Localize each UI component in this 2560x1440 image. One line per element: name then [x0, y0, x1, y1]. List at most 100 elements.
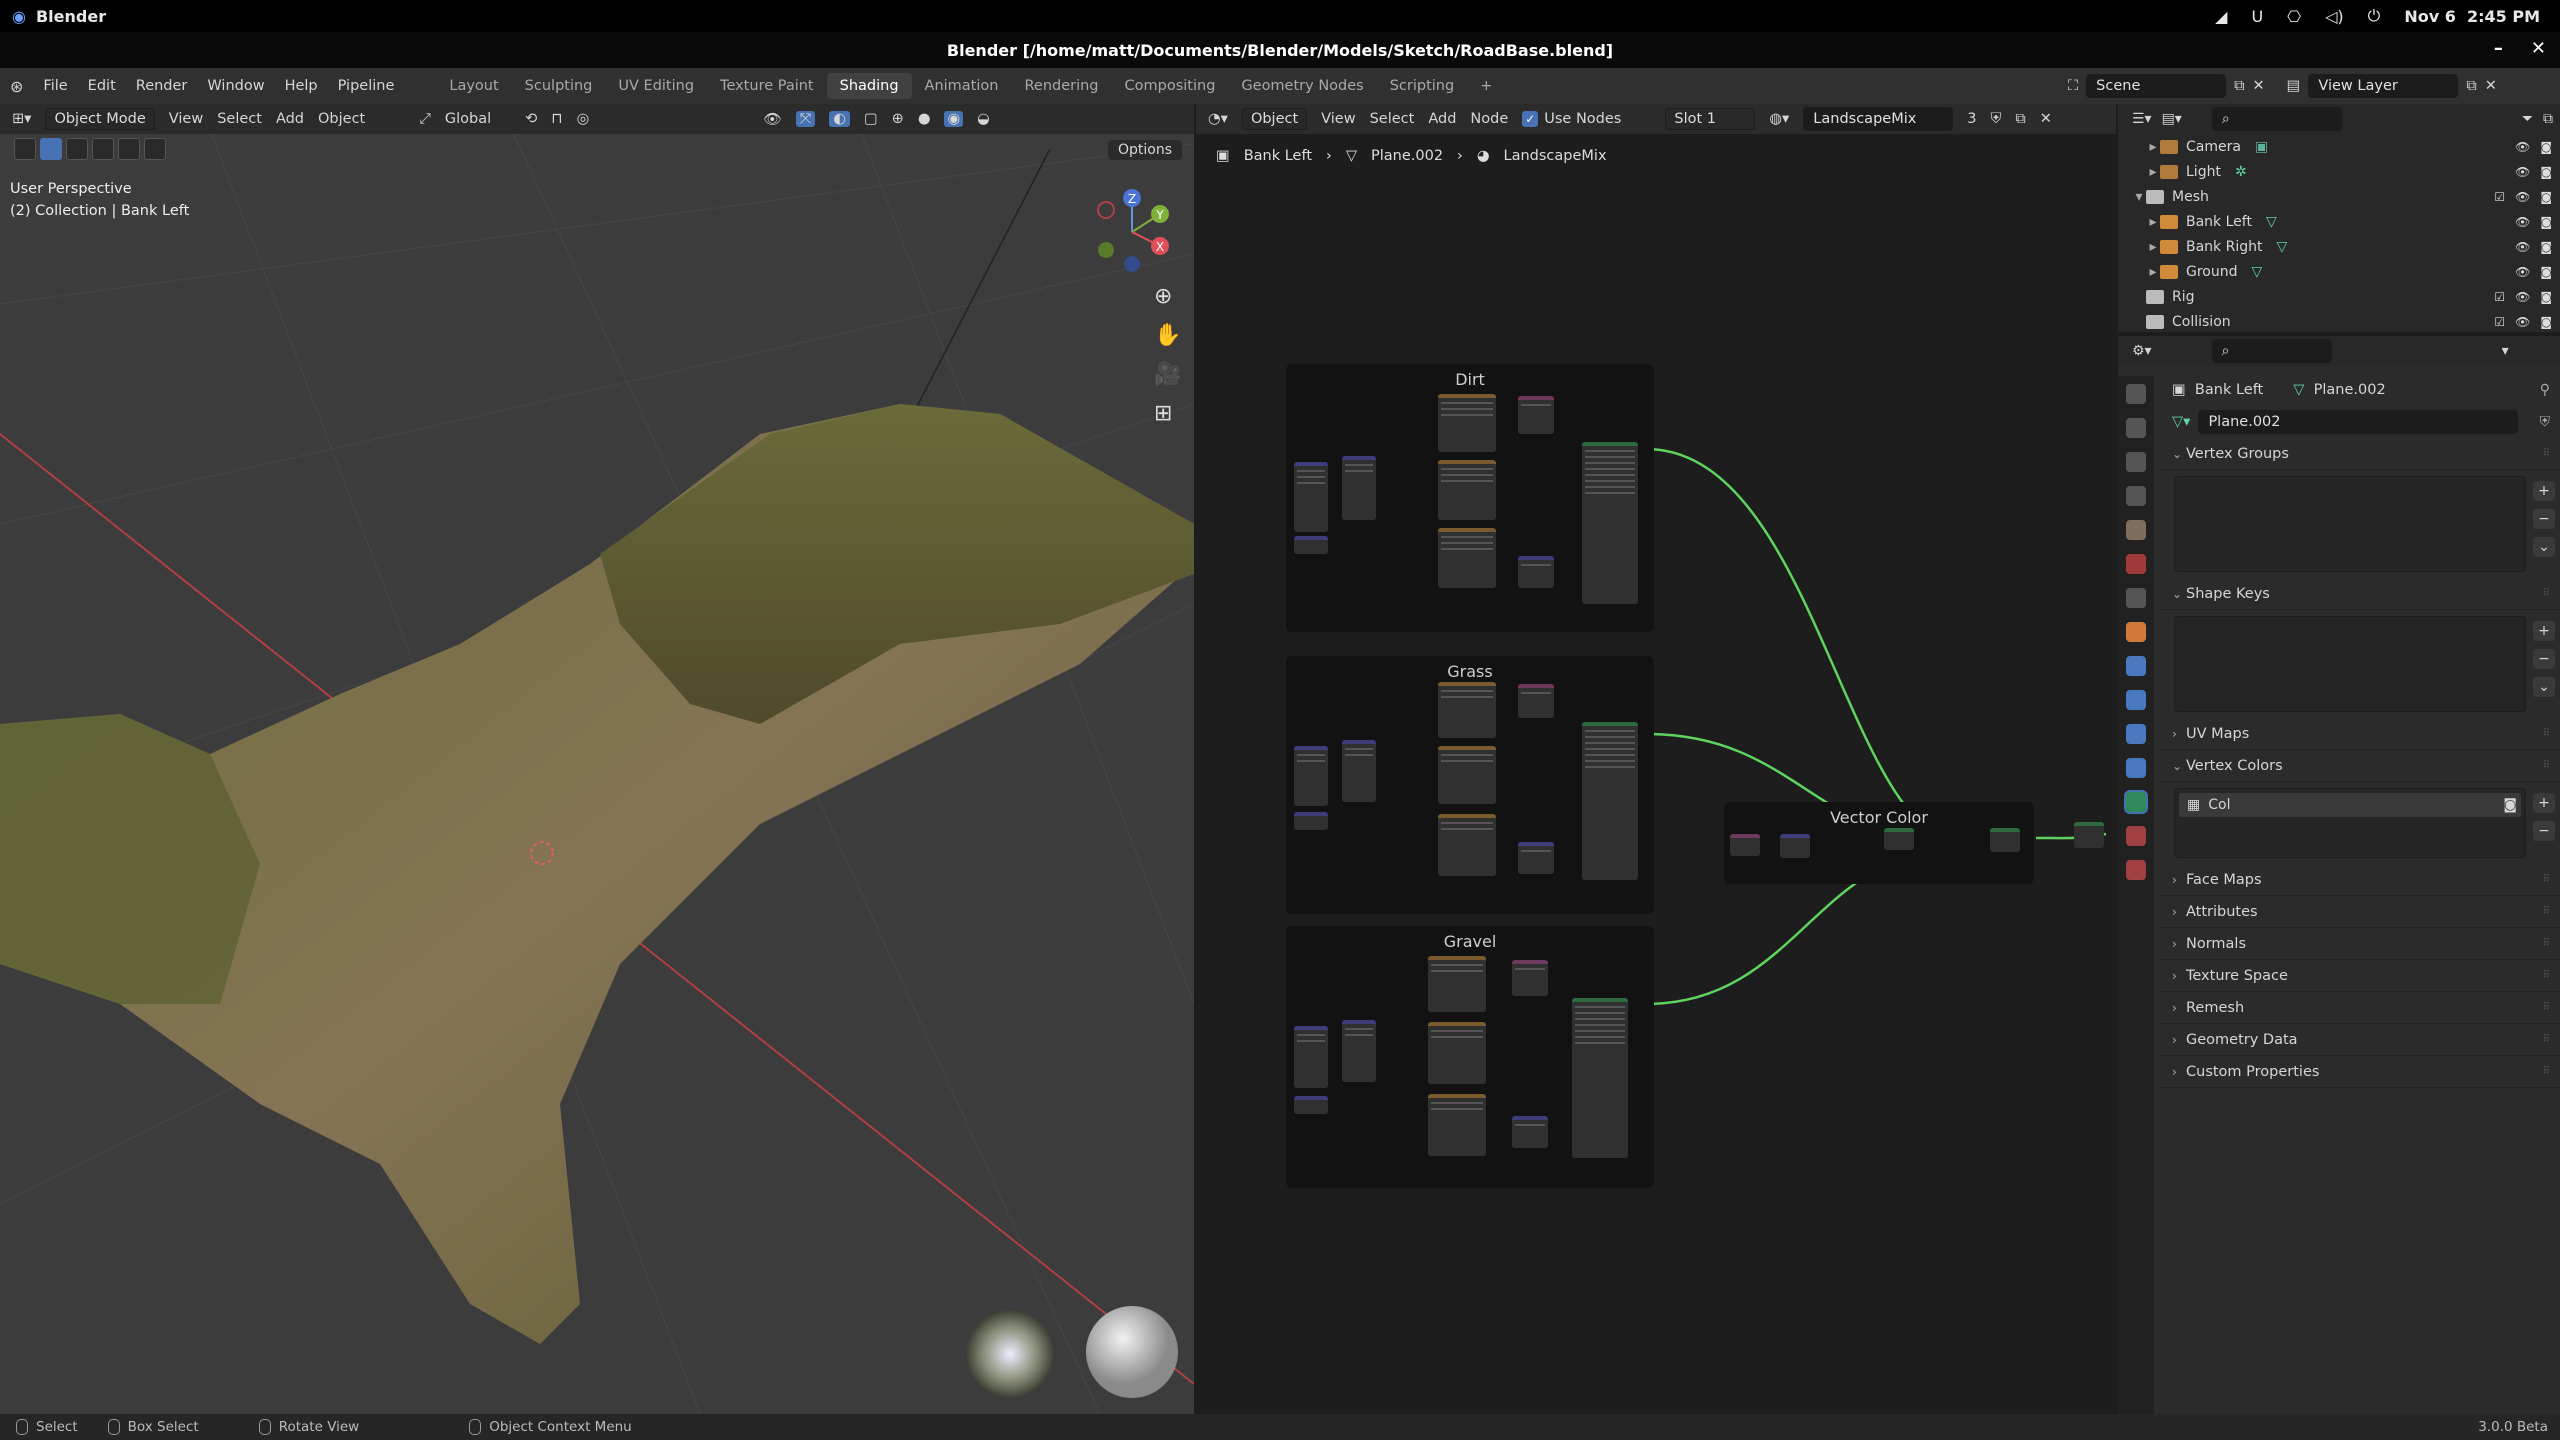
volume-icon[interactable]: ◁)	[2325, 7, 2344, 26]
render-camera-icon[interactable]: ◙	[2540, 140, 2552, 154]
pivot-icon[interactable]: ⟲	[525, 111, 537, 127]
drag-handle-icon[interactable]: ⠿	[2543, 448, 2550, 459]
node-value[interactable]	[1294, 1096, 1328, 1114]
add-vertex-group-button[interactable]: +	[2533, 481, 2555, 501]
node-image-texture[interactable]	[1438, 746, 1496, 804]
outliner-label[interactable]: Rig	[2172, 289, 2195, 305]
world-tab-icon[interactable]	[2126, 554, 2146, 574]
properties-editor[interactable]: ⚙▾ ⌕ ▾ ▣ Bank Left ▽ Plane.002 ⚲ ▽▾ Plan…	[2118, 336, 2560, 1414]
select-mode-extend-icon[interactable]	[66, 138, 88, 160]
remove-shape-key-button[interactable]: −	[2533, 649, 2555, 669]
render-camera-icon[interactable]: ◙	[2540, 165, 2552, 179]
outliner-label[interactable]: Collision	[2172, 314, 2231, 330]
gizmo-toggle-icon[interactable]: ⤧	[795, 111, 816, 127]
drag-handle-icon[interactable]: ⠿	[2543, 874, 2550, 885]
mesh-browse-icon[interactable]: ▽▾	[2172, 414, 2190, 430]
tool-tab-icon[interactable]	[2126, 384, 2146, 404]
panel-normals[interactable]: › Normals ⠿	[2158, 928, 2560, 960]
shading-solid-icon[interactable]: ●	[918, 111, 931, 127]
panel-title[interactable]: Texture Space	[2186, 968, 2288, 984]
tab-rendering[interactable]: Rendering	[1011, 73, 1111, 99]
panel-face-maps[interactable]: › Face Maps ⠿	[2158, 864, 2560, 896]
node-normal-map[interactable]	[1512, 1116, 1548, 1148]
particles-tab-icon[interactable]	[2126, 690, 2146, 710]
tab-animation[interactable]: Animation	[912, 73, 1012, 99]
outliner-label[interactable]: Light	[2186, 164, 2221, 180]
drag-handle-icon[interactable]: ⠿	[2543, 906, 2550, 917]
chevron-right-icon[interactable]: ›	[2172, 727, 2186, 741]
menu-pipeline[interactable]: Pipeline	[338, 78, 395, 94]
node-color-ramp[interactable]	[1518, 684, 1554, 718]
light-data-icon[interactable]: ✲	[2235, 164, 2247, 180]
view-layer-field[interactable]: View Layer	[2308, 74, 2459, 98]
exclude-checkbox-icon[interactable]: ☑	[2494, 290, 2505, 304]
select-tool-icon[interactable]	[14, 138, 36, 160]
viewport-menu-add[interactable]: Add	[276, 111, 304, 127]
output-tab-icon[interactable]	[2126, 452, 2146, 472]
chevron-right-icon[interactable]: ›	[2172, 873, 2186, 887]
visibility-eye-icon[interactable]: 👁	[2515, 315, 2530, 329]
editor-type-icon[interactable]: ⊞▾	[12, 111, 31, 127]
app-menu-label[interactable]: Blender	[36, 7, 106, 26]
exclude-checkbox-icon[interactable]: ☑	[2494, 190, 2505, 204]
shading-rendered-icon[interactable]: ◒	[977, 111, 990, 127]
outliner-search-icon[interactable]: ⌕	[2211, 107, 2342, 131]
node-value[interactable]	[1294, 536, 1328, 554]
panel-shape-keys[interactable]: ⌄ Shape Keys ⠿	[2158, 578, 2560, 610]
node-normal-map[interactable]	[1518, 842, 1554, 874]
power-icon[interactable]: ⏻	[2368, 6, 2381, 26]
tab-uv-editing[interactable]: UV Editing	[605, 73, 707, 99]
node-image-texture[interactable]	[1438, 528, 1496, 588]
remove-vertex-group-button[interactable]: −	[2533, 509, 2555, 529]
outliner-row-light[interactable]: ▸ Light ✲ 👁 ◙	[2118, 159, 2560, 184]
add-vertex-color-button[interactable]: +	[2533, 793, 2555, 813]
select-mode-new-icon[interactable]	[40, 138, 62, 160]
remove-vertex-color-button[interactable]: −	[2533, 821, 2555, 841]
panel-title[interactable]: Remesh	[2186, 1000, 2244, 1016]
panel-geometry-data[interactable]: › Geometry Data ⠿	[2158, 1024, 2560, 1056]
visibility-eye-icon[interactable]: 👁	[2515, 165, 2530, 179]
render-camera-icon[interactable]: ◙	[2540, 240, 2552, 254]
node-mix-shader[interactable]	[1884, 828, 1914, 850]
node-image-texture[interactable]	[1438, 814, 1496, 876]
xray-icon[interactable]: ▢	[864, 111, 878, 127]
activities[interactable]: ◉ Blender	[0, 7, 106, 26]
node-mapping[interactable]	[1342, 456, 1376, 520]
outliner-row-collision[interactable]: Collision ☑ 👁 ◙	[2118, 309, 2560, 334]
node-image-texture[interactable]	[1428, 956, 1486, 1012]
tab-texture-paint[interactable]: Texture Paint	[707, 73, 827, 99]
panel-remesh[interactable]: › Remesh ⠿	[2158, 992, 2560, 1024]
panel-title[interactable]: Shape Keys	[2186, 586, 2270, 602]
menu-help[interactable]: Help	[285, 78, 318, 94]
vertex-colors-list[interactable]: ▦ Col ◙ + −	[2174, 788, 2555, 858]
tab-compositing[interactable]: Compositing	[1112, 73, 1229, 99]
node-texcoord[interactable]	[1294, 746, 1328, 806]
render-camera-icon[interactable]: ◙	[2540, 315, 2552, 329]
shader-node-editor[interactable]: ◔▾ Object View Select Add Node ✓ Use Nod…	[1196, 104, 2116, 1414]
panel-vertex-groups[interactable]: ⌄ Vertex Groups ⠿	[2158, 438, 2560, 470]
node-image-texture[interactable]	[1438, 682, 1496, 738]
node-principled-bsdf[interactable]	[1582, 442, 1638, 604]
node-separate-rgb[interactable]	[1780, 834, 1810, 858]
camera-data-icon[interactable]: ▣	[2255, 139, 2268, 155]
viewport-menu-select[interactable]: Select	[217, 111, 262, 127]
outliner-label[interactable]: Ground	[2186, 264, 2238, 280]
gizmo-neg-y-icon[interactable]	[1098, 242, 1114, 258]
add-workspace-button[interactable]: +	[1467, 73, 1505, 99]
mesh-data-icon[interactable]: ▽	[2276, 239, 2287, 255]
select-mode-invert-icon[interactable]	[118, 138, 140, 160]
gizmo-neg-x-icon[interactable]	[1097, 201, 1115, 219]
outliner-row-camera[interactable]: ▸ Camera ▣ 👁 ◙	[2118, 134, 2560, 159]
viewport-menu-object[interactable]: Object	[318, 111, 365, 127]
collection-tab-icon[interactable]	[2126, 588, 2146, 608]
panel-title[interactable]: Face Maps	[2186, 872, 2262, 888]
node-image-texture[interactable]	[1438, 460, 1496, 520]
node-texcoord[interactable]	[1294, 462, 1328, 532]
render-camera-icon[interactable]: ◙	[2540, 265, 2552, 279]
menu-window[interactable]: Window	[207, 78, 264, 94]
chevron-right-icon[interactable]: ›	[2172, 937, 2186, 951]
vertex-color-item[interactable]: ▦ Col ◙	[2179, 793, 2521, 817]
new-view-layer-icon[interactable]: ⧉	[2466, 78, 2476, 94]
visibility-eye-icon[interactable]: 👁	[2515, 215, 2530, 229]
outliner-row-rig[interactable]: Rig ☑ 👁 ◙	[2118, 284, 2560, 309]
